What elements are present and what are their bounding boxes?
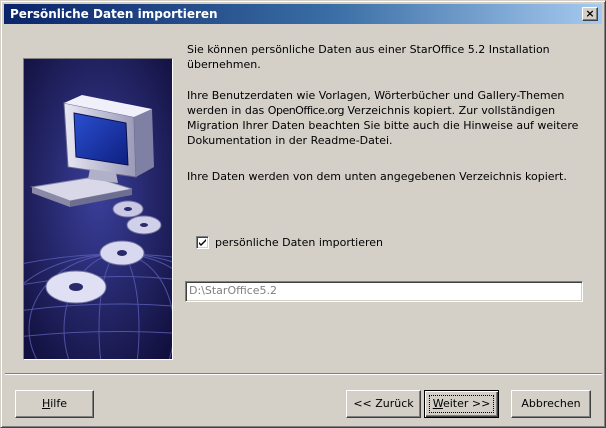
cancel-button[interactable]: Abbrechen [511,390,591,418]
window-title: Persönliche Daten importieren [10,7,218,21]
import-checkbox-row[interactable]: persönliche Daten importieren [196,234,383,250]
computer-with-cds-illustration [23,58,173,360]
help-button-label: ilfe [50,397,68,410]
next-button-label: eiter >> [442,397,491,410]
openoffice-brand-text: OpenOffice.org [267,104,345,117]
title-bar[interactable]: Persönliche Daten importieren × [4,4,602,24]
next-button-focus: Weiter >> [428,395,495,413]
help-button[interactable]: Hilfe [15,390,94,418]
close-button[interactable]: × [582,7,598,21]
source-path-field: D:\StarOffice5.2 [185,281,583,302]
help-button-accel: H [41,397,51,410]
import-dialog-window: Persönliche Daten importieren × Sie könn… [0,0,606,428]
source-directory-paragraph: Ihre Daten werden von dem unten angegebe… [187,170,567,183]
next-button-accel: W [432,397,443,410]
checkmark-icon [199,238,206,246]
next-button[interactable]: Weiter >> [424,390,499,418]
back-button[interactable]: << Zurück [346,390,421,418]
intro-paragraph: Sie können persönliche Daten aus einer S… [187,43,550,71]
close-icon: × [585,7,595,20]
illustration-graphic [24,59,172,359]
info-paragraph: Ihre Benutzerdaten wie Vorlagen, Wörterb… [187,88,587,148]
import-data-checkbox[interactable] [196,235,209,249]
import-data-checkbox-label[interactable]: persönliche Daten importieren [215,236,383,249]
button-separator [5,373,602,375]
